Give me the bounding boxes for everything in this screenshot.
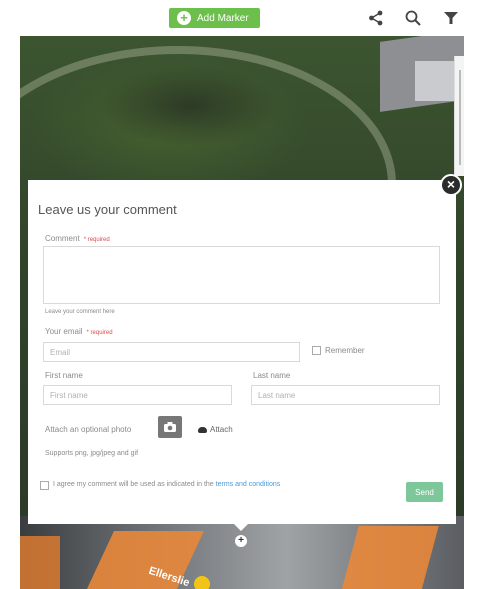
terms-link[interactable]: terms and conditions <box>216 481 281 488</box>
attach-button[interactable]: Attach <box>198 425 233 434</box>
comment-dialog: Leave us your comment Comment * required … <box>28 180 456 524</box>
photo-label: Attach an optional photo <box>45 425 132 434</box>
add-marker-label: Add Marker <box>197 12 249 24</box>
email-placeholder: Email <box>50 347 71 357</box>
zoom-slider[interactable] <box>454 56 464 176</box>
required-marker: * required <box>86 330 113 336</box>
location-pin-icon[interactable]: + <box>235 535 247 547</box>
last-name-label: Last name <box>253 371 291 380</box>
required-marker: * required <box>83 237 110 243</box>
email-label: Your email * required <box>45 327 113 336</box>
remember-label: Remember <box>325 346 365 355</box>
email-label-text: Your email <box>45 327 83 336</box>
agree-text-wrap: I agree my comment will be used as indic… <box>53 480 280 490</box>
search-icon[interactable] <box>404 9 422 27</box>
agree-row: I agree my comment will be used as indic… <box>40 480 340 490</box>
map-building <box>415 61 455 101</box>
close-dialog-button[interactable]: × <box>440 174 462 196</box>
email-input[interactable]: Email <box>43 342 300 362</box>
filter-icon[interactable] <box>442 9 460 27</box>
last-name-input[interactable]: Last name <box>251 385 440 405</box>
comment-label-text: Comment <box>45 234 80 243</box>
agree-text: I agree my comment will be used as indic… <box>53 481 214 488</box>
dialog-pointer <box>234 524 248 531</box>
first-name-placeholder: First name <box>50 390 88 400</box>
map-zone <box>341 526 439 589</box>
comment-textarea[interactable] <box>43 246 440 304</box>
add-marker-button[interactable]: + Add Marker <box>169 8 260 28</box>
attach-label: Attach <box>210 425 233 434</box>
map-zone <box>20 536 60 589</box>
camera-icon <box>164 422 176 432</box>
top-toolbar: + Add Marker <box>0 0 484 36</box>
last-name-placeholder: Last name <box>258 390 296 400</box>
camera-button[interactable] <box>158 416 182 438</box>
plus-icon: + <box>177 11 191 25</box>
first-name-label: First name <box>45 371 83 380</box>
dialog-title: Leave us your comment <box>38 202 177 217</box>
checkbox-icon[interactable] <box>312 346 321 355</box>
zoom-track[interactable] <box>459 70 461 165</box>
cloud-upload-icon <box>198 426 207 433</box>
agree-checkbox[interactable] <box>40 481 49 490</box>
first-name-input[interactable]: First name <box>43 385 232 405</box>
comment-hint: Leave your comment here <box>45 309 115 315</box>
share-icon[interactable] <box>367 9 385 27</box>
supports-text: Supports png, jpg/jpeg and gif <box>45 450 139 457</box>
map-marker[interactable] <box>194 576 210 589</box>
send-button[interactable]: Send <box>406 482 443 502</box>
comment-label: Comment * required <box>45 234 110 243</box>
remember-checkbox[interactable]: Remember <box>312 346 365 355</box>
